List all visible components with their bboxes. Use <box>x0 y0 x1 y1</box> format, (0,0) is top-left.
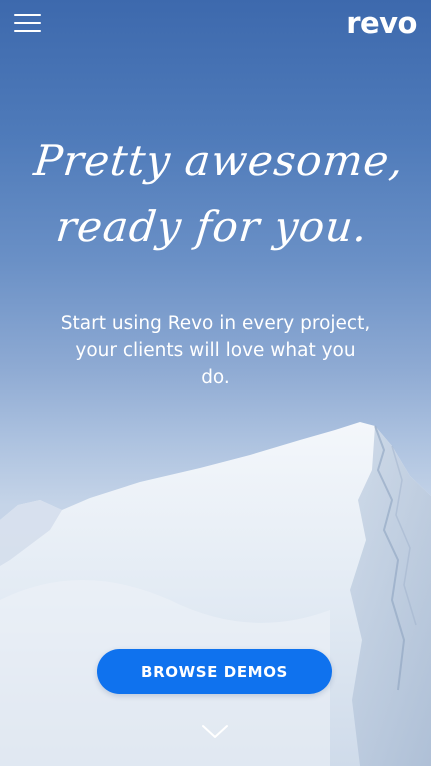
hero-subtitle: Start using Revo in every project, your … <box>60 313 371 388</box>
hero-headline-line-1: Pretty awesome, <box>31 136 407 185</box>
hero-section: revo Pretty awesome, ready for you. Star… <box>0 0 431 766</box>
brand-logo[interactable]: revo <box>346 6 417 40</box>
hamburger-menu-icon[interactable] <box>14 12 42 34</box>
chevron-down-icon[interactable] <box>201 724 229 740</box>
browse-demos-button[interactable]: BROWSE DEMOS <box>97 649 332 694</box>
hero-headline: Pretty awesome, ready for you. <box>0 128 431 260</box>
hero-headline-line-2: ready for you. <box>53 202 371 251</box>
